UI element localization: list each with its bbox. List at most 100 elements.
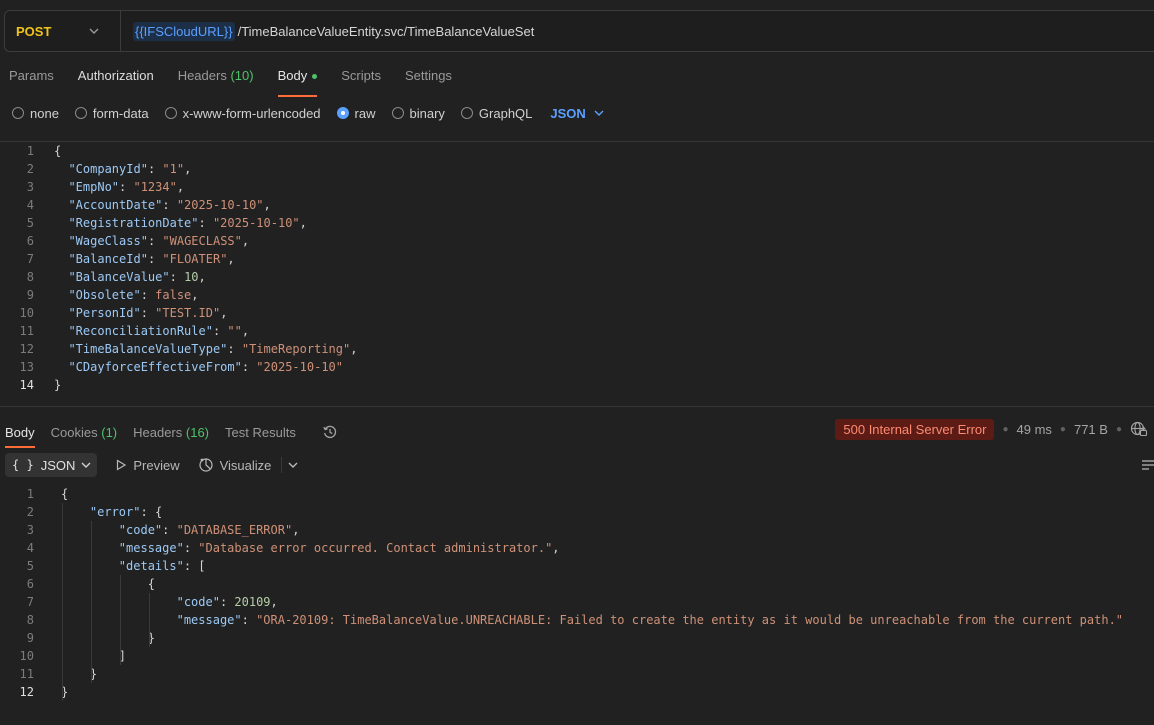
json-comma: ,: [350, 342, 358, 356]
url-bar: POST {{IFSCloudURL}} /TimeBalanceValueEn…: [4, 10, 1154, 52]
json-key: "BalanceValue": [68, 270, 170, 284]
json-comma: ,: [184, 162, 192, 176]
tab-settings[interactable]: Settings: [405, 68, 452, 90]
json-colon: :: [241, 613, 257, 627]
separator-dot: ●: [1115, 423, 1122, 435]
url-variable[interactable]: {{IFSCloudURL}}: [133, 21, 235, 41]
json-value: 20109: [234, 595, 271, 609]
line-number: 9: [26, 631, 34, 645]
json-key: "CompanyId": [68, 162, 148, 176]
json-key: "code": [176, 595, 220, 609]
network-icon[interactable]: [1130, 421, 1148, 437]
json-comma: ,: [198, 270, 206, 284]
code-line: 5 "details": [: [0, 557, 1154, 575]
code-line: 9 "Obsolete": false,: [0, 286, 1154, 304]
json-comma: ,: [270, 595, 278, 609]
json-colon: :: [162, 523, 177, 537]
wrap-lines-icon[interactable]: [1140, 458, 1154, 472]
tab-response-headers[interactable]: Headers (16): [133, 425, 209, 440]
tab-headers[interactable]: Headers (10): [178, 68, 254, 90]
indent-guide: [120, 575, 121, 665]
json-comma: ,: [191, 288, 199, 302]
line-number: 3: [26, 180, 34, 194]
json-bracket: {: [154, 505, 163, 519]
code-text: "WageClass": "WAGECLASS",: [54, 232, 249, 250]
radio-none[interactable]: none: [12, 106, 59, 121]
request-body-editor[interactable]: 1{2 "CompanyId": "1", 3 "EmpNo": "1234", 4…: [0, 142, 1154, 394]
tab-authorization[interactable]: Authorization: [78, 68, 154, 90]
tab-body[interactable]: Body: [277, 68, 318, 97]
json-colon: :: [147, 162, 163, 176]
response-size[interactable]: 771 B: [1074, 422, 1108, 437]
radio-circle[interactable]: [12, 107, 24, 119]
tab-response-body[interactable]: Body: [5, 425, 35, 448]
json-bracket: }: [54, 378, 62, 392]
tab-cookies[interactable]: Cookies (1): [51, 425, 117, 440]
json-colon: :: [119, 180, 134, 194]
indent-guide: [91, 521, 92, 683]
json-colon: :: [183, 541, 199, 555]
json-colon: :: [140, 505, 155, 519]
preview-button[interactable]: Preview: [115, 458, 180, 473]
format-select[interactable]: { } JSON: [5, 453, 98, 477]
radio-circle[interactable]: [391, 107, 404, 119]
response-time[interactable]: 49 ms: [1017, 422, 1052, 437]
status-badge[interactable]: 500 Internal Server Error: [835, 418, 995, 440]
code-text: "RegistrationDate": "2025-10-10",: [54, 214, 306, 232]
json-colon: :: [140, 306, 156, 320]
json-key: "CDayforceEffectiveFrom": [68, 360, 242, 374]
chevron-down-icon: [89, 28, 99, 34]
radio-circle[interactable]: [74, 107, 87, 119]
tab-params[interactable]: Params: [9, 68, 54, 90]
json-colon: :: [219, 595, 235, 609]
chevron-down-icon[interactable]: [281, 457, 298, 473]
tab-test-results[interactable]: Test Results: [225, 425, 296, 440]
language-select[interactable]: JSON: [550, 106, 604, 121]
separator-dot: ●: [1002, 423, 1009, 435]
code-line: 13 "CDayforceEffectiveFrom": "2025-10-10…: [0, 358, 1154, 376]
code-text: ]: [61, 647, 126, 665]
radio-x-www-form-urlencoded[interactable]: x-www-form-urlencoded: [164, 106, 321, 121]
code-text: "BalanceId": "FLOATER",: [54, 250, 234, 268]
code-line: 12}: [0, 683, 1154, 701]
line-number: 12: [19, 685, 34, 699]
json-colon: :: [147, 252, 163, 266]
method-select[interactable]: POST: [5, 11, 121, 51]
json-colon: :: [169, 270, 185, 284]
response-body-viewer[interactable]: 1{2 "error": {3 "code": "DATABASE_ERROR"…: [0, 485, 1154, 701]
json-colon: :: [212, 324, 228, 338]
tab-scripts[interactable]: Scripts: [341, 68, 381, 90]
json-key: "EmpNo": [68, 180, 120, 194]
json-value: "": [227, 324, 242, 338]
radio-circle-selected[interactable]: [336, 107, 349, 119]
code-line: 14}: [0, 376, 1154, 394]
radio-raw[interactable]: raw: [336, 106, 376, 121]
code-line: 4 "AccountDate": "2025-10-10",: [0, 196, 1154, 214]
line-number: 7: [26, 595, 34, 609]
json-bracket: {: [61, 487, 69, 501]
json-value: "2025-10-10": [256, 360, 343, 374]
history-icon[interactable]: [322, 424, 338, 440]
radio-form-data[interactable]: form-data: [74, 106, 149, 121]
line-number: 10: [19, 649, 34, 663]
url-path: /TimeBalanceValueEntity.svc/TimeBalanceV…: [237, 23, 535, 39]
radio-graphql[interactable]: GraphQL: [460, 106, 532, 121]
json-key: "code": [118, 523, 163, 537]
visualize-button[interactable]: Visualize: [198, 457, 271, 473]
json-comma: ,: [241, 234, 250, 248]
url-input[interactable]: {{IFSCloudURL}} /TimeBalanceValueEntity.…: [133, 21, 535, 41]
divider: [0, 406, 1154, 407]
json-comma: ,: [292, 523, 300, 537]
code-text: "code": 20109,: [61, 593, 278, 611]
indent-guide: [62, 503, 63, 701]
code-text: "message": "ORA-20109: TimeBalanceValue.…: [61, 611, 1123, 629]
line-number: 5: [26, 559, 34, 573]
indent-guide: [149, 593, 150, 647]
radio-binary[interactable]: binary: [391, 106, 445, 121]
radio-circle[interactable]: [460, 107, 473, 119]
radio-circle[interactable]: [164, 107, 177, 119]
json-key: "RegistrationDate": [68, 216, 199, 230]
code-line: 10 ]: [0, 647, 1154, 665]
json-value: "TimeReporting": [241, 342, 351, 356]
code-line: 3 "EmpNo": "1234",: [0, 178, 1154, 196]
